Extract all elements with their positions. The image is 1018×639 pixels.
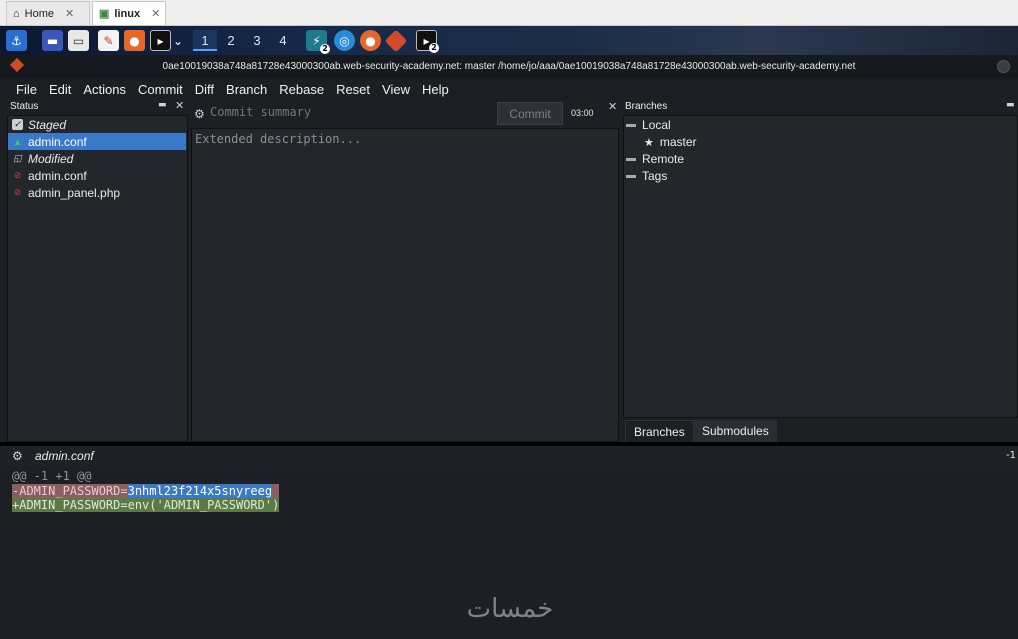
- gear-icon[interactable]: ⚙: [194, 107, 205, 121]
- menu-help[interactable]: Help: [416, 82, 455, 97]
- branch-group-local[interactable]: Local: [626, 118, 671, 132]
- window-count-badge: 2: [320, 44, 330, 54]
- chromium-window-icon[interactable]: ◎: [334, 30, 355, 51]
- workspace-1[interactable]: 1: [193, 30, 217, 51]
- dock-close-icon[interactable]: ✕: [608, 100, 617, 113]
- tab-submodules[interactable]: Submodules: [694, 420, 777, 442]
- window-title: 0ae10019038a748a81728e43000300ab.web-sec…: [162, 61, 856, 72]
- menu-rebase[interactable]: Rebase: [273, 82, 330, 97]
- gear-icon[interactable]: ⚙: [12, 449, 23, 463]
- diff-header: ⚙ admin.conf -1: [0, 446, 1018, 466]
- diff-removed-prefix: -ADMIN_PASSWORD=: [12, 484, 128, 498]
- dock-close-icon[interactable]: ✕: [175, 99, 184, 112]
- branches-panel: Local ★ master Remote Tags: [623, 115, 1018, 418]
- workspace-4[interactable]: 4: [271, 30, 295, 51]
- status-dock-title: Status: [10, 101, 39, 112]
- vm-tab-label: Home: [24, 7, 54, 20]
- workspace: Status ▬ ✕ ✓ Staged ▲ admin.conf ◱ Modif…: [0, 99, 1018, 442]
- staged-file-admin-conf[interactable]: ▲ admin.conf: [8, 133, 186, 150]
- branch-group-tags[interactable]: Tags: [626, 169, 667, 183]
- diff-removed-tail: [272, 484, 280, 498]
- home-icon: ⌂: [13, 7, 20, 20]
- menu-reset[interactable]: Reset: [330, 82, 376, 97]
- branch-master[interactable]: ★ master: [644, 135, 697, 149]
- modified-file-icon: ⊘: [13, 187, 22, 197]
- diff-added-line[interactable]: +ADMIN_PASSWORD=env('ADMIN_PASSWORD'): [12, 498, 280, 512]
- vm-tab-label: linux: [114, 7, 141, 20]
- git-cola-window-icon[interactable]: [384, 29, 408, 53]
- menu-bar: File Edit Actions Commit Diff Branch Reb…: [0, 79, 1018, 100]
- modified-header[interactable]: ◱ Modified: [8, 150, 186, 167]
- modified-icon: ◱: [13, 153, 22, 163]
- show-desktop-icon[interactable]: ▬: [42, 30, 63, 51]
- firefox-window-icon[interactable]: ●: [360, 30, 381, 51]
- vm-tab-home[interactable]: ⌂ Home ✕: [6, 1, 90, 25]
- chevron-down-icon[interactable]: ⌄: [172, 30, 184, 51]
- menu-diff[interactable]: Diff: [189, 82, 220, 97]
- close-icon[interactable]: ✕: [151, 7, 160, 20]
- menu-view[interactable]: View: [376, 82, 416, 97]
- window-close-button[interactable]: [997, 60, 1010, 73]
- dock-float-icon[interactable]: ▬: [158, 100, 167, 110]
- workspace-2[interactable]: 2: [219, 30, 243, 51]
- firefox-icon[interactable]: ●: [124, 30, 145, 51]
- extended-description-input[interactable]: Extended description...: [191, 128, 619, 442]
- branch-group-remote[interactable]: Remote: [626, 152, 684, 166]
- burp-window-icon[interactable]: ⚡ 2: [306, 30, 330, 54]
- desktop-panel: ⚓ ▬ ▭ ✎ ● ▸ ⌄ 1 2 3 4 ⚡ 2 ◎ ● ▸ 2: [0, 26, 1018, 55]
- collapse-icon: [626, 157, 636, 161]
- staged-header[interactable]: ✓ Staged: [8, 116, 186, 133]
- menu-edit[interactable]: Edit: [43, 82, 77, 97]
- commit-time: 03:00: [571, 108, 594, 118]
- vm-tab-linux[interactable]: ▣ linux ✕: [92, 1, 166, 25]
- added-file-icon: ▲: [13, 136, 22, 147]
- menu-commit[interactable]: Commit: [132, 82, 189, 97]
- star-icon: ★: [644, 136, 654, 149]
- menu-branch[interactable]: Branch: [220, 82, 273, 97]
- file-manager-icon[interactable]: ▭: [68, 30, 89, 51]
- diff-selected-text: 3nhml23f214x5snyreeg: [127, 484, 273, 498]
- dock-float-icon[interactable]: ▬: [1006, 100, 1015, 110]
- watermark-logo: خمسات: [466, 594, 554, 624]
- collapse-icon: [626, 123, 636, 127]
- text-editor-icon[interactable]: ✎: [98, 30, 119, 51]
- diff-hunk-header: @@ -1 +1 @@: [12, 469, 92, 483]
- menu-actions[interactable]: Actions: [77, 82, 132, 97]
- check-icon: ✓: [12, 119, 23, 130]
- vm-icon: ▣: [99, 8, 110, 20]
- window-titlebar: 0ae10019038a748a81728e43000300ab.web-sec…: [0, 55, 1018, 79]
- terminal-icon[interactable]: ▸: [150, 30, 171, 51]
- commit-summary-input[interactable]: [210, 103, 490, 121]
- diff-right-marker: -1: [1006, 450, 1016, 461]
- workspace-3[interactable]: 3: [245, 30, 269, 51]
- menu-file[interactable]: File: [10, 82, 43, 97]
- terminal-window-icon[interactable]: ▸ 2: [416, 30, 439, 53]
- diff-file-name: admin.conf: [35, 449, 94, 463]
- modified-file-icon: ⊘: [13, 170, 22, 180]
- kali-menu-icon[interactable]: ⚓: [6, 30, 27, 51]
- tab-branches[interactable]: Branches: [625, 420, 694, 442]
- collapse-icon: [626, 174, 636, 178]
- close-icon[interactable]: ✕: [65, 7, 74, 20]
- branches-dock-title: Branches: [625, 101, 668, 112]
- window-count-badge: 2: [429, 43, 439, 53]
- commit-button[interactable]: Commit: [497, 102, 563, 125]
- status-panel: ✓ Staged ▲ admin.conf ◱ Modified ⊘ admin…: [7, 115, 188, 442]
- diff-removed-line[interactable]: -ADMIN_PASSWORD=3nhml23f214x5snyreeg: [12, 484, 280, 498]
- modified-file-admin-conf[interactable]: ⊘ admin.conf: [8, 167, 186, 184]
- vm-tab-bar: ⌂ Home ✕ ▣ linux ✕: [0, 0, 1018, 26]
- modified-file-admin-panel-php[interactable]: ⊘ admin_panel.php: [8, 184, 186, 201]
